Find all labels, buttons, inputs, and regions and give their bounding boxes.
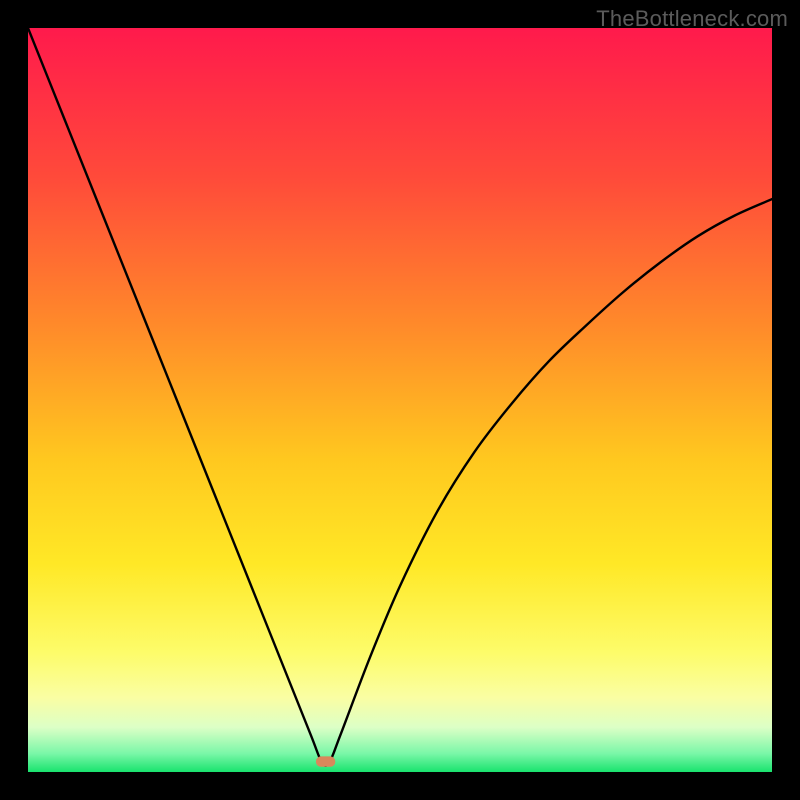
plot-area xyxy=(28,28,772,772)
chart-background xyxy=(28,28,772,772)
chart-frame: TheBottleneck.com xyxy=(0,0,800,800)
marker-pill xyxy=(316,756,335,766)
chart-svg xyxy=(28,28,772,772)
